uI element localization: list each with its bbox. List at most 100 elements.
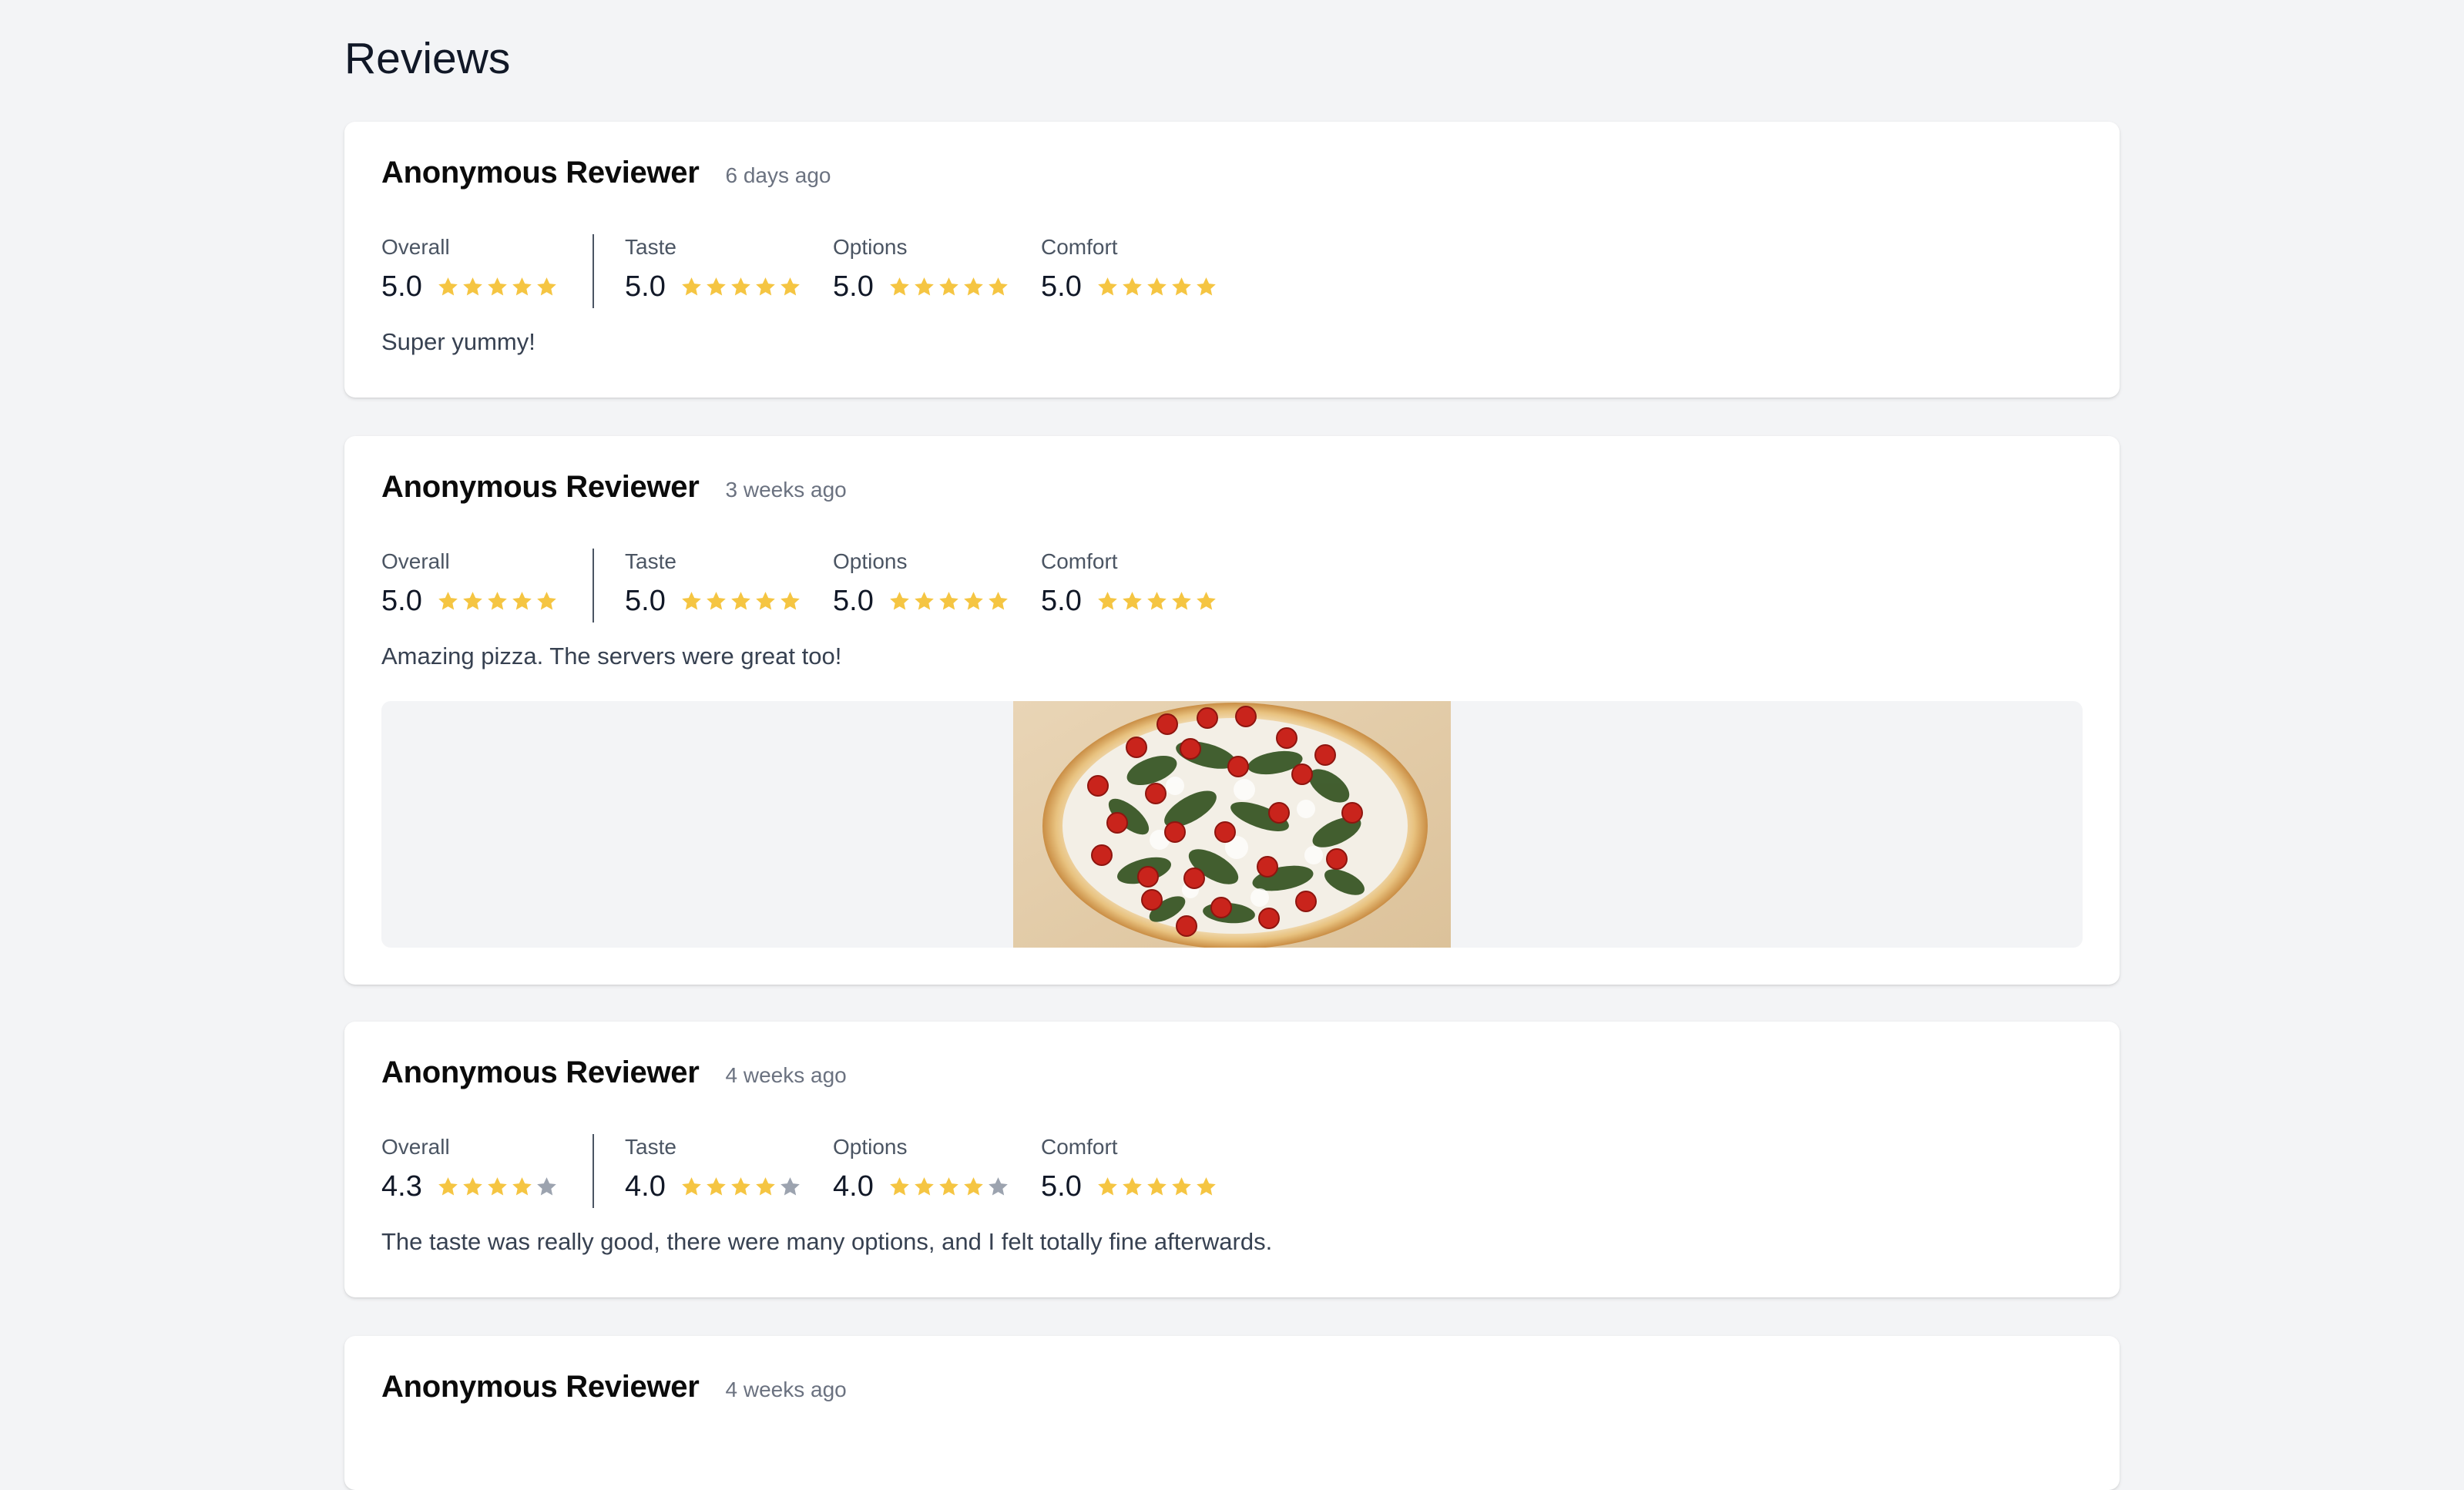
star-filled-icon [537, 277, 556, 295]
star-filled-icon [756, 277, 775, 295]
star-empty-icon [780, 1176, 800, 1195]
star-filled-icon [438, 277, 458, 295]
rating-label: Comfort [1041, 1135, 1118, 1159]
reviewer-name: Anonymous Reviewer [381, 470, 700, 504]
star-filled-icon [512, 1176, 532, 1195]
star-filled-icon [1123, 1176, 1142, 1195]
star-rating [680, 276, 804, 298]
star-filled-icon [1098, 591, 1117, 609]
star-rating [888, 276, 1012, 298]
rating-overall: Overall 5.0 [381, 549, 562, 619]
rating-value: 5.0 [625, 270, 666, 303]
rating-comfort: Comfort 5.0 [1041, 1134, 1249, 1205]
rating-value: 5.0 [1041, 270, 1082, 303]
rating-value: 5.0 [1041, 584, 1082, 617]
rating-label: Taste [625, 549, 676, 573]
rating-comfort: Comfort 5.0 [1041, 234, 1249, 305]
star-filled-icon [707, 1176, 726, 1195]
rating-value: 4.0 [833, 1170, 874, 1203]
reviewer-name: Anonymous Reviewer [381, 1370, 700, 1404]
review-card: Anonymous Reviewer 3 weeks ago Overall 5… [344, 436, 2120, 985]
star-rating [437, 590, 560, 612]
star-filled-icon [488, 1176, 507, 1195]
pizza-photo[interactable] [1013, 701, 1451, 948]
rating-overall: Overall 4.3 [381, 1134, 562, 1205]
reviewer-name: Anonymous Reviewer [381, 1055, 700, 1089]
star-rating [888, 590, 1012, 612]
star-filled-icon [915, 591, 934, 609]
review-time: 6 days ago [725, 163, 831, 187]
rating-taste: Taste 5.0 [625, 234, 833, 305]
star-filled-icon [939, 277, 958, 295]
star-filled-icon [488, 277, 507, 295]
star-filled-icon [780, 277, 800, 295]
star-filled-icon [1098, 277, 1117, 295]
rating-overall: Overall 5.0 [381, 234, 562, 305]
star-filled-icon [890, 591, 909, 609]
page-title: Reviews [344, 34, 511, 83]
star-filled-icon [682, 1176, 701, 1195]
rating-label: Overall [381, 549, 450, 573]
rating-options: Options 4.0 [833, 1134, 1041, 1205]
star-filled-icon [964, 1176, 983, 1195]
rating-value: 5.0 [833, 270, 874, 303]
reviewer-name: Anonymous Reviewer [381, 156, 700, 190]
star-filled-icon [512, 591, 532, 609]
star-filled-icon [707, 591, 726, 609]
pizza-image [1013, 701, 1451, 948]
star-filled-icon [1123, 277, 1142, 295]
star-filled-icon [488, 591, 507, 609]
star-filled-icon [939, 1176, 958, 1195]
star-rating [1096, 276, 1220, 298]
star-filled-icon [463, 277, 482, 295]
review-time: 3 weeks ago [725, 478, 847, 502]
star-filled-icon [915, 1176, 934, 1195]
review-card: Anonymous Reviewer 4 weeks ago Overall 4… [344, 1022, 2120, 1297]
star-filled-icon [463, 1176, 482, 1195]
review-comment: Super yummy! [381, 328, 535, 355]
star-filled-icon [512, 277, 532, 295]
rating-label: Overall [381, 1135, 450, 1159]
rating-options: Options 5.0 [833, 234, 1041, 305]
rating-label: Options [833, 235, 908, 259]
rating-value: 5.0 [1041, 1170, 1082, 1203]
rating-label: Comfort [1041, 235, 1118, 259]
rating-label: Options [833, 1135, 908, 1159]
star-filled-icon [731, 1176, 750, 1195]
star-filled-icon [1197, 277, 1216, 295]
rating-divider [593, 1134, 594, 1208]
review-comment: Amazing pizza. The servers were great to… [381, 643, 842, 669]
review-header: Anonymous Reviewer 3 weeks ago [381, 470, 847, 505]
rating-divider [593, 549, 594, 623]
rating-label: Taste [625, 235, 676, 259]
rating-comfort: Comfort 5.0 [1041, 549, 1249, 619]
star-rating [680, 1176, 804, 1198]
rating-summary: Overall 4.3 Taste 4.0 Options 4.0 Comfor… [381, 1134, 1249, 1208]
star-rating [1096, 590, 1220, 612]
star-filled-icon [939, 591, 958, 609]
review-header: Anonymous Reviewer 4 weeks ago [381, 1055, 847, 1090]
star-filled-icon [731, 591, 750, 609]
star-filled-icon [890, 277, 909, 295]
star-filled-icon [964, 277, 983, 295]
star-filled-icon [1147, 1176, 1167, 1195]
review-header: Anonymous Reviewer 4 weeks ago [381, 1370, 847, 1404]
rating-label: Comfort [1041, 549, 1118, 573]
star-filled-icon [780, 591, 800, 609]
star-filled-icon [438, 591, 458, 609]
rating-summary: Overall 5.0 Taste 5.0 Options 5.0 Comfor… [381, 549, 1249, 623]
star-rating [437, 276, 560, 298]
rating-options: Options 5.0 [833, 549, 1041, 619]
star-filled-icon [756, 591, 775, 609]
rating-value: 5.0 [381, 270, 422, 303]
review-header: Anonymous Reviewer 6 days ago [381, 156, 831, 190]
star-filled-icon [1197, 591, 1216, 609]
star-rating [680, 590, 804, 612]
rating-value: 4.0 [625, 1170, 666, 1203]
review-card: Anonymous Reviewer 4 weeks ago [344, 1336, 2120, 1490]
star-filled-icon [537, 591, 556, 609]
rating-value: 4.3 [381, 1170, 422, 1203]
star-filled-icon [756, 1176, 775, 1195]
review-time: 4 weeks ago [725, 1063, 847, 1087]
rating-label: Options [833, 549, 908, 573]
